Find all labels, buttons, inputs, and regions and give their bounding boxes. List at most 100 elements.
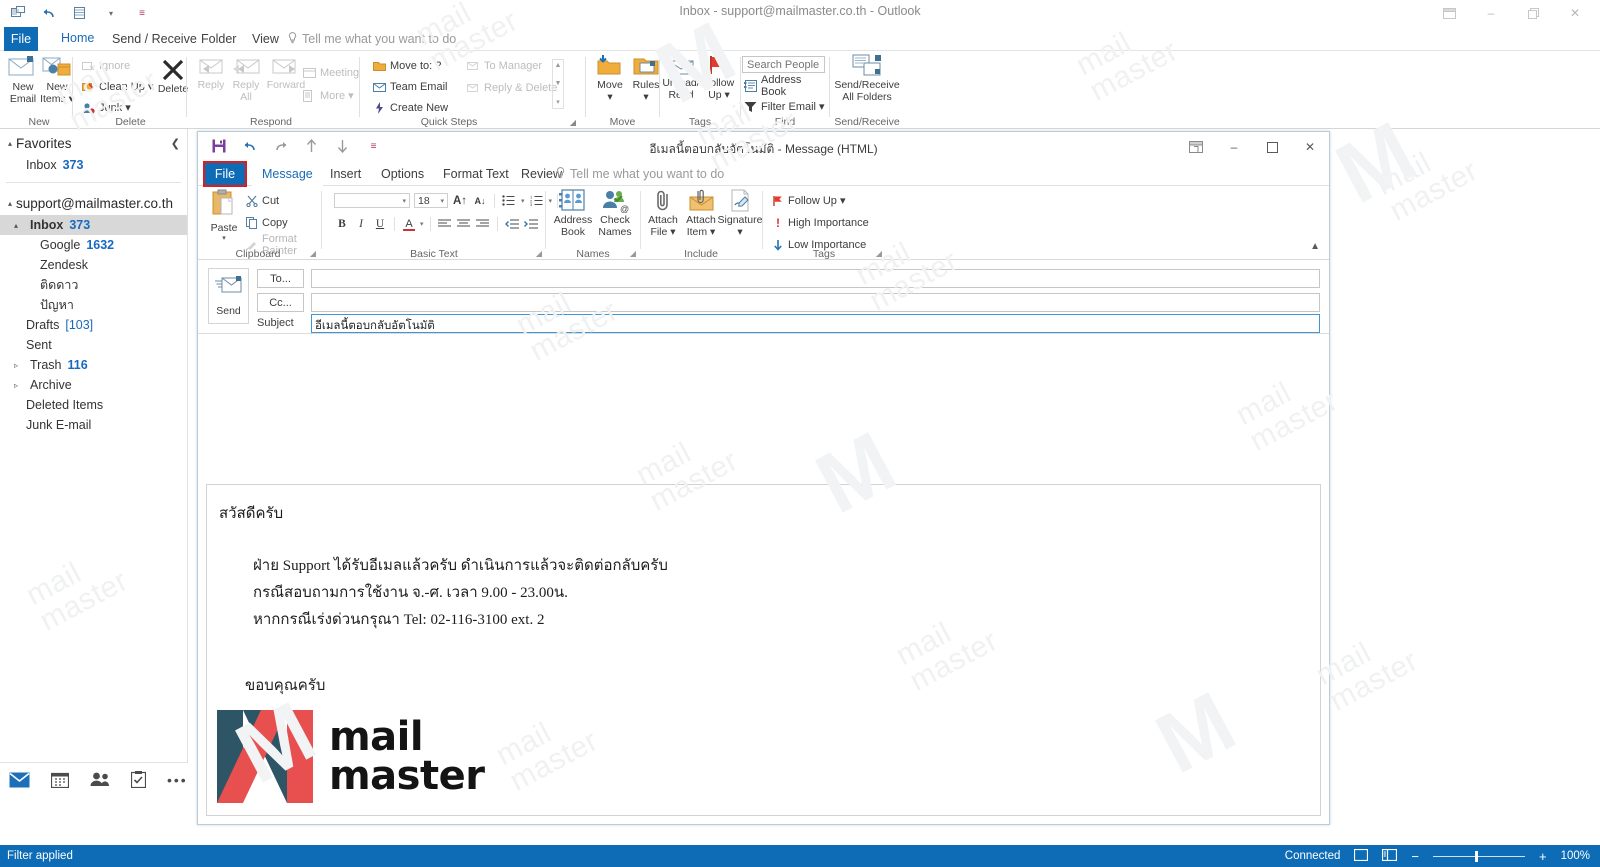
follow-up-button[interactable]: Follow Up ▾ — [699, 54, 739, 101]
cc-field[interactable] — [311, 293, 1320, 312]
clipboard-dialog-launcher[interactable]: ◢ — [310, 249, 316, 258]
zoom-slider[interactable] — [1432, 850, 1525, 862]
font-color-dropdown-icon[interactable]: ▾ — [420, 220, 424, 228]
font-size-dropdown-icon[interactable]: ▾ — [440, 197, 444, 205]
high-importance-button[interactable]: ! High Importance — [772, 214, 869, 231]
sidebar-item-inbox[interactable]: ▴ Inbox 373 — [0, 215, 187, 235]
sidebar-item-sent[interactable]: Sent — [0, 335, 187, 355]
grow-font-button[interactable]: A↑ — [452, 193, 468, 208]
address-book-button[interactable]: Address Book — [552, 189, 594, 238]
send-receive-all-folders-button[interactable]: Send/Receive All Folders — [833, 54, 901, 103]
address-book-button[interactable]: Address Book — [744, 74, 828, 98]
sidebar-item-junk-email[interactable]: Junk E-mail — [0, 415, 187, 435]
favorites-inbox-row[interactable]: Inbox 373 — [0, 155, 187, 175]
compose-tab-insert[interactable]: Insert — [320, 162, 371, 186]
font-size-combo[interactable]: 18 ▾ — [414, 193, 448, 208]
inbox-expander-icon[interactable]: ▴ — [14, 221, 24, 230]
ribbon-display-options-icon[interactable] — [1428, 0, 1470, 26]
to-field[interactable] — [311, 269, 1320, 288]
sidebar-item-tidtao[interactable]: ติดดาว — [0, 275, 187, 295]
more-respond-button[interactable]: More ▾ — [303, 87, 359, 104]
compose-tab-file[interactable]: File — [203, 161, 247, 187]
font-name-dropdown-icon[interactable]: ▾ — [402, 197, 406, 205]
search-people-input[interactable] — [742, 56, 825, 73]
team-email-quickstep[interactable]: Team Email — [373, 78, 448, 95]
quick-steps-scroll[interactable]: ▲ ▼ ▾ — [552, 59, 564, 109]
sidebar-item-panha[interactable]: ปัญหา — [0, 295, 187, 315]
sidebar-item-deleted-items[interactable]: Deleted Items — [0, 395, 187, 415]
filter-email-button[interactable]: Filter Email ▾ — [744, 98, 828, 115]
to-button[interactable]: To... — [257, 269, 304, 288]
compose-tab-options[interactable]: Options — [371, 162, 434, 186]
archive-expander-icon[interactable]: ▹ — [14, 381, 24, 390]
normal-view-icon[interactable] — [1354, 848, 1369, 864]
signature-button[interactable]: Signature ▾ — [718, 189, 762, 238]
favorites-header[interactable]: ▴ Favorites — [0, 129, 187, 155]
bullets-button[interactable] — [501, 193, 517, 208]
message-body-editor[interactable]: สวัสดีครับ ฝ่าย Support ได้รับอีเมลแล้วค… — [206, 484, 1321, 816]
more-nav-icon[interactable]: ••• — [167, 772, 188, 788]
tags-dialog-launcher[interactable]: ◢ — [876, 249, 882, 258]
tab-home[interactable]: Home — [50, 27, 105, 51]
tell-me-box[interactable]: Tell me what you want to do — [288, 27, 456, 51]
minimize-icon[interactable]: – — [1215, 132, 1253, 162]
attach-item-button[interactable]: Attach Item ▾ — [682, 189, 720, 238]
zoom-in-button[interactable]: + — [1539, 849, 1547, 864]
align-right-button[interactable] — [475, 216, 491, 231]
tab-view[interactable]: View — [241, 27, 290, 51]
collapse-ribbon-icon[interactable]: ▲ — [1310, 241, 1320, 252]
compose-tab-format-text[interactable]: Format Text — [433, 162, 519, 186]
reading-view-icon[interactable] — [1382, 848, 1398, 864]
cut-button[interactable]: Cut — [246, 192, 318, 209]
bullets-dropdown-icon[interactable]: ▾ — [521, 197, 525, 205]
sidebar-item-drafts[interactable]: Drafts [103] — [0, 315, 187, 335]
to-manager-quickstep[interactable]: To Manager — [467, 57, 557, 74]
follow-up-button[interactable]: Follow Up ▾ — [772, 192, 869, 209]
tab-folder[interactable]: Folder — [190, 27, 247, 51]
zoom-out-button[interactable]: − — [1411, 849, 1419, 864]
create-new-quickstep[interactable]: Create New — [373, 99, 448, 116]
scroll-up-icon[interactable]: ▲ — [555, 62, 562, 69]
reply-and-delete-quickstep[interactable]: Reply & Delete — [467, 79, 557, 96]
restore-icon[interactable] — [1512, 0, 1554, 26]
sidebar-item-google[interactable]: Google 1632 — [0, 235, 187, 255]
maximize-icon[interactable] — [1253, 132, 1291, 162]
tasks-nav-icon[interactable] — [131, 771, 146, 788]
compose-tell-me-box[interactable]: Tell me what you want to do — [556, 162, 724, 186]
copy-button[interactable]: Copy — [246, 214, 318, 231]
sidebar-item-zendesk[interactable]: Zendesk — [0, 255, 187, 275]
ignore-button[interactable]: Ignore — [82, 57, 153, 74]
subject-field[interactable]: อีเมลนี้ตอบกลับอัตโนมัติ — [311, 314, 1320, 333]
send-button[interactable]: Send — [208, 268, 249, 324]
mail-nav-icon[interactable] — [9, 772, 30, 788]
trash-expander-icon[interactable]: ▹ — [14, 361, 24, 370]
close-icon[interactable]: ✕ — [1554, 0, 1596, 26]
minimize-icon[interactable]: – — [1470, 0, 1512, 26]
close-icon[interactable]: ✕ — [1291, 132, 1329, 162]
quick-steps-dialog-launcher[interactable]: ◢ — [570, 118, 576, 127]
paste-dropdown-icon[interactable]: ▾ — [222, 234, 226, 242]
favorites-expander-icon[interactable]: ▴ — [8, 139, 12, 148]
align-center-button[interactable] — [456, 216, 472, 231]
attach-file-button[interactable]: Attach File ▾ — [644, 189, 682, 238]
numbering-button[interactable]: 123 — [529, 193, 545, 208]
compose-tab-message[interactable]: Message — [252, 162, 323, 186]
italic-button[interactable]: I — [353, 216, 369, 231]
calendar-nav-icon[interactable] — [51, 771, 69, 788]
clean-up-button[interactable]: Clean Up ▾ — [82, 78, 153, 95]
account-header[interactable]: ▴ support@mailmaster.co.th — [0, 189, 187, 215]
quick-steps-expand-icon[interactable]: ▾ — [556, 98, 560, 106]
check-names-button[interactable]: @ Check Names — [594, 189, 636, 238]
zoom-slider-thumb[interactable] — [1474, 850, 1478, 862]
font-color-button[interactable]: A — [401, 216, 417, 231]
shrink-font-button[interactable]: A↓ — [472, 193, 488, 208]
junk-button[interactable]: Junk ▾ — [82, 99, 153, 116]
scroll-down-icon[interactable]: ▼ — [555, 80, 562, 87]
tab-file[interactable]: File — [4, 27, 38, 51]
underline-button[interactable]: U — [372, 216, 388, 231]
align-left-button[interactable] — [437, 216, 453, 231]
move-to-quickstep[interactable]: Move to: ? — [373, 57, 448, 74]
unread-read-button[interactable]: Unread/Read — [661, 54, 701, 101]
account-expander-icon[interactable]: ▴ — [8, 199, 12, 208]
sidebar-item-archive[interactable]: ▹ Archive — [0, 375, 187, 395]
